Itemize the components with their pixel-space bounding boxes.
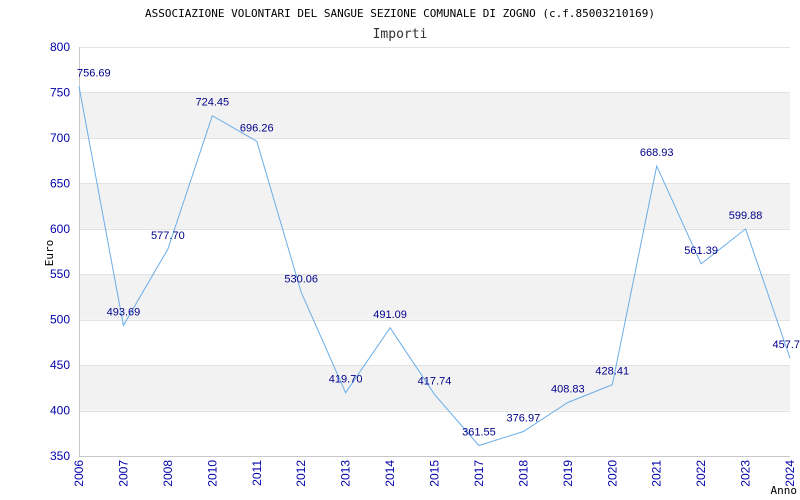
x-tick-label: 2013: [339, 460, 353, 487]
y-tick-label: 800: [50, 40, 70, 54]
x-axis-title: Anno: [771, 484, 798, 497]
y-tick-label: 600: [50, 222, 70, 236]
x-tick-label: 2021: [650, 460, 664, 487]
x-tick-label: 2012: [294, 460, 308, 487]
y-tick-label: 400: [50, 404, 70, 418]
data-label: 561.39: [684, 245, 718, 257]
y-tick-label: 350: [50, 449, 70, 463]
data-label: 493.69: [107, 306, 141, 318]
data-label: 408.83: [551, 384, 585, 396]
y-tick-label: 500: [50, 313, 70, 327]
x-tick-label: 2024: [783, 460, 797, 487]
x-tick-label: 2011: [250, 460, 264, 486]
x-tick-label: 2023: [739, 460, 753, 487]
y-tick-label: 550: [50, 267, 70, 281]
data-label: 428.41: [595, 366, 629, 378]
chart: 350 400 450 500 550 600 650 700 750 800 2006 2007 2…: [0, 0, 800, 500]
data-label: 457.7: [772, 339, 800, 351]
data-label: 577.70: [151, 230, 185, 242]
grid-band: [79, 183, 790, 229]
x-tick-label: 2019: [561, 460, 575, 487]
data-label: 668.93: [640, 147, 674, 159]
grid-band: [79, 92, 790, 138]
data-label: 756.69: [77, 67, 111, 79]
y-tick-label: 650: [50, 176, 70, 190]
data-label: 491.09: [373, 309, 407, 321]
x-tick-label: 2022: [694, 460, 708, 487]
y-axis-title: Euro: [43, 240, 56, 267]
x-tick-label: 2006: [72, 460, 86, 487]
data-label: 696.26: [240, 122, 274, 134]
data-label: 724.45: [195, 97, 229, 109]
x-tick-label: 2015: [428, 460, 442, 487]
grid-band: [79, 365, 790, 411]
x-tick-label: 2010: [205, 460, 219, 487]
chart-subtitle: Importi: [373, 27, 428, 42]
y-tick-label: 750: [50, 85, 70, 99]
data-label: 361.55: [462, 427, 496, 439]
x-tick-label: 2014: [383, 460, 397, 487]
data-label: 599.88: [729, 210, 763, 222]
y-tick-label: 700: [50, 131, 70, 145]
chart-background: [0, 0, 800, 500]
data-label: 417.74: [418, 375, 452, 387]
x-tick-label: 2020: [605, 460, 619, 487]
x-tick-label: 2017: [472, 460, 486, 487]
chart-title: ASSOCIAZIONE VOLONTARI DEL SANGUE SEZION…: [145, 7, 655, 20]
data-label: 376.97: [507, 412, 541, 424]
x-tick-label: 2007: [116, 460, 130, 487]
x-tick-label: 2008: [161, 460, 175, 487]
data-label: 530.06: [284, 273, 318, 285]
y-tick-label: 450: [50, 358, 70, 372]
data-label: 419.70: [329, 374, 363, 386]
grid-band: [79, 274, 790, 320]
x-tick-label: 2018: [516, 460, 530, 487]
